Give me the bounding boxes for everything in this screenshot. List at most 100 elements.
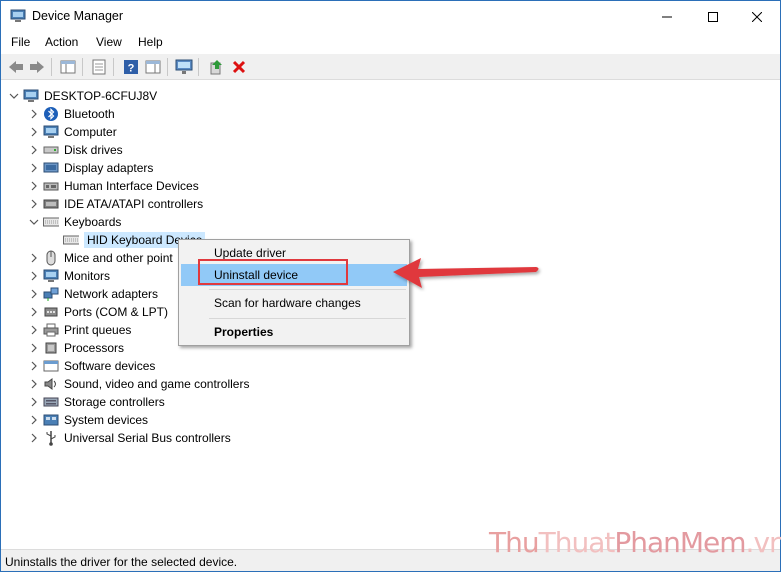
tree-category-monitors[interactable]: Monitors — [29, 267, 110, 285]
display-adapter-icon — [43, 160, 59, 176]
title-bar: Device Manager — [1, 1, 780, 32]
help-icon: ? — [124, 60, 138, 75]
ctx-properties[interactable]: Properties — [181, 321, 407, 343]
tree-category-human-interface-devices[interactable]: Human Interface Devices — [29, 177, 199, 195]
menu-view[interactable]: View — [96, 35, 122, 49]
tree-category-network-adapters[interactable]: Network adapters — [29, 285, 158, 303]
update-driver-button[interactable] — [206, 57, 226, 77]
port-icon — [43, 304, 59, 320]
chevron-right-icon[interactable] — [29, 271, 39, 281]
maximize-icon — [708, 11, 718, 22]
category-label: Disk drives — [64, 143, 123, 157]
ctx-scan-hardware[interactable]: Scan for hardware changes — [181, 292, 407, 314]
chevron-right-icon[interactable] — [29, 343, 39, 353]
annotation-arrow-icon — [393, 258, 539, 288]
usb-icon — [43, 430, 59, 446]
tree-category-keyboards[interactable]: Keyboards — [29, 213, 121, 231]
properties-toolbar-button[interactable] — [89, 57, 109, 77]
chevron-right-icon[interactable] — [29, 145, 39, 155]
tree-category-ide-ata-atapi-controllers[interactable]: IDE ATA/ATAPI controllers — [29, 195, 203, 213]
system-device-icon — [43, 412, 59, 428]
sound-icon — [43, 376, 59, 392]
chevron-right-icon[interactable] — [29, 379, 39, 389]
chevron-right-icon[interactable] — [29, 109, 39, 119]
monitor-scan-icon — [175, 59, 193, 74]
close-icon — [752, 11, 762, 22]
tree-category-print-queues[interactable]: Print queues — [29, 321, 131, 339]
chevron-right-icon[interactable] — [29, 415, 39, 425]
menu-bar: File Action View Help — [1, 32, 780, 54]
console-tree-icon — [60, 60, 76, 74]
properties-sheet-icon — [92, 59, 106, 75]
menu-help[interactable]: Help — [138, 35, 163, 49]
tree-category-sound-video-and-game-controllers[interactable]: Sound, video and game controllers — [29, 375, 249, 393]
chevron-right-icon[interactable] — [29, 289, 39, 299]
category-label: Keyboards — [64, 215, 122, 229]
processor-icon — [43, 340, 59, 356]
chevron-right-icon[interactable] — [29, 325, 39, 335]
chevron-down-icon[interactable] — [9, 91, 19, 101]
tree-category-universal-serial-bus-controllers[interactable]: Universal Serial Bus controllers — [29, 429, 231, 447]
tree-category-mice-and-other-point[interactable]: Mice and other point — [29, 249, 173, 267]
forward-button[interactable] — [27, 57, 47, 77]
category-label: Ports (COM & LPT) — [64, 305, 169, 319]
tree-category-storage-controllers[interactable]: Storage controllers — [29, 393, 165, 411]
tree-category-ports-com-lpt[interactable]: Ports (COM & LPT) — [29, 303, 168, 321]
uninstall-toolbar-button[interactable] — [229, 57, 249, 77]
device-manager-window: Device Manager File Action View Help ? D… — [0, 0, 781, 572]
svg-text:?: ? — [128, 63, 135, 75]
chevron-right-icon[interactable] — [29, 433, 39, 443]
chevron-right-icon[interactable] — [29, 253, 39, 263]
category-label: Universal Serial Bus controllers — [64, 431, 231, 445]
category-label: Processors — [64, 341, 125, 355]
category-label: IDE ATA/ATAPI controllers — [64, 197, 204, 211]
tree-root[interactable]: DESKTOP-6CFUJ8V — [9, 87, 157, 105]
annotation-highlight-box — [198, 259, 348, 285]
storage-icon — [43, 394, 59, 410]
tree-category-processors[interactable]: Processors — [29, 339, 124, 357]
chevron-right-icon[interactable] — [29, 163, 39, 173]
computer-icon — [23, 88, 39, 104]
forward-arrow-icon — [30, 61, 44, 73]
action-pane-button[interactable] — [143, 57, 163, 77]
show-hide-console-tree-button[interactable] — [58, 57, 78, 77]
status-text: Uninstalls the driver for the selected d… — [5, 555, 238, 569]
menu-file[interactable]: File — [11, 35, 30, 49]
chevron-right-icon[interactable] — [29, 307, 39, 317]
device-manager-app-icon — [10, 9, 26, 22]
category-label: Mice and other point — [64, 251, 173, 265]
disk-drive-icon — [43, 142, 59, 158]
chevron-right-icon[interactable] — [29, 181, 39, 191]
menu-action[interactable]: Action — [45, 35, 78, 49]
help-toolbar-button[interactable]: ? — [121, 57, 141, 77]
back-button[interactable] — [6, 57, 26, 77]
tree-category-disk-drives[interactable]: Disk drives — [29, 141, 123, 159]
category-label: Storage controllers — [64, 395, 165, 409]
tree-category-display-adapters[interactable]: Display adapters — [29, 159, 153, 177]
bluetooth-icon — [43, 106, 59, 122]
close-button[interactable] — [734, 1, 780, 32]
back-arrow-icon — [9, 61, 23, 73]
tree-category-system-devices[interactable]: System devices — [29, 411, 148, 429]
chevron-right-icon[interactable] — [29, 199, 39, 209]
scan-hardware-button[interactable] — [174, 57, 194, 77]
toolbar: ? — [1, 54, 780, 80]
tree-category-bluetooth[interactable]: Bluetooth — [29, 105, 115, 123]
minimize-button[interactable] — [644, 1, 690, 32]
maximize-button[interactable] — [690, 1, 736, 32]
update-driver-icon — [210, 60, 222, 75]
category-label: Human Interface Devices — [64, 179, 199, 193]
keyboard-icon — [63, 232, 79, 248]
tree-category-computer[interactable]: Computer — [29, 123, 117, 141]
monitor-icon — [43, 268, 59, 284]
context-menu: Update driver Uninstall device Scan for … — [178, 239, 410, 346]
category-label: Software devices — [64, 359, 156, 373]
category-label: Monitors — [64, 269, 111, 283]
category-label: Print queues — [64, 323, 132, 337]
chevron-right-icon[interactable] — [29, 397, 39, 407]
chevron-down-icon[interactable] — [29, 217, 39, 227]
category-label: Network adapters — [64, 287, 159, 301]
chevron-right-icon[interactable] — [29, 127, 39, 137]
tree-category-software-devices[interactable]: Software devices — [29, 357, 155, 375]
chevron-right-icon[interactable] — [29, 361, 39, 371]
